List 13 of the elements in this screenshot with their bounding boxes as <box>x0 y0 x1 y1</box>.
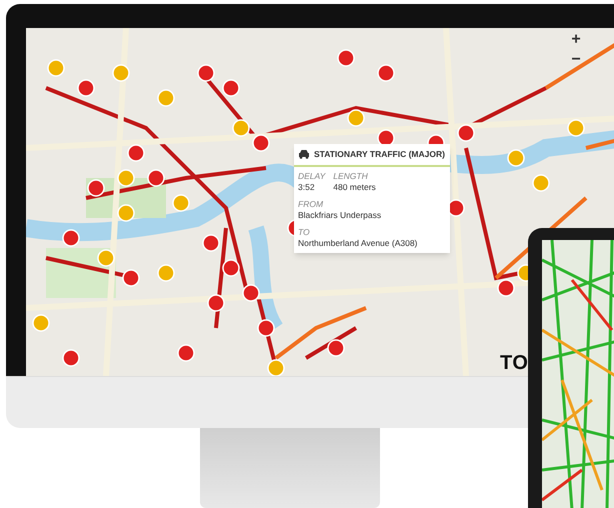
car-icon <box>298 149 310 160</box>
map-logo: TO <box>500 353 528 373</box>
field-value: 3:52 <box>298 182 316 193</box>
field-value: 480 meters <box>333 182 376 193</box>
popup-title: STATIONARY TRAFFIC (MAJOR) <box>314 148 445 161</box>
zoom-button[interactable]: − <box>566 50 586 70</box>
field-value: Blackfriars Underpass <box>298 210 382 221</box>
field-label: TO <box>298 226 311 238</box>
field-value: Northumberland Avenue (A308) <box>298 238 418 249</box>
field-label: DELAY <box>298 170 326 182</box>
field-label: FROM <box>298 198 324 210</box>
field-label: LENGTH <box>333 170 369 182</box>
zoom-button[interactable]: + <box>566 30 586 50</box>
